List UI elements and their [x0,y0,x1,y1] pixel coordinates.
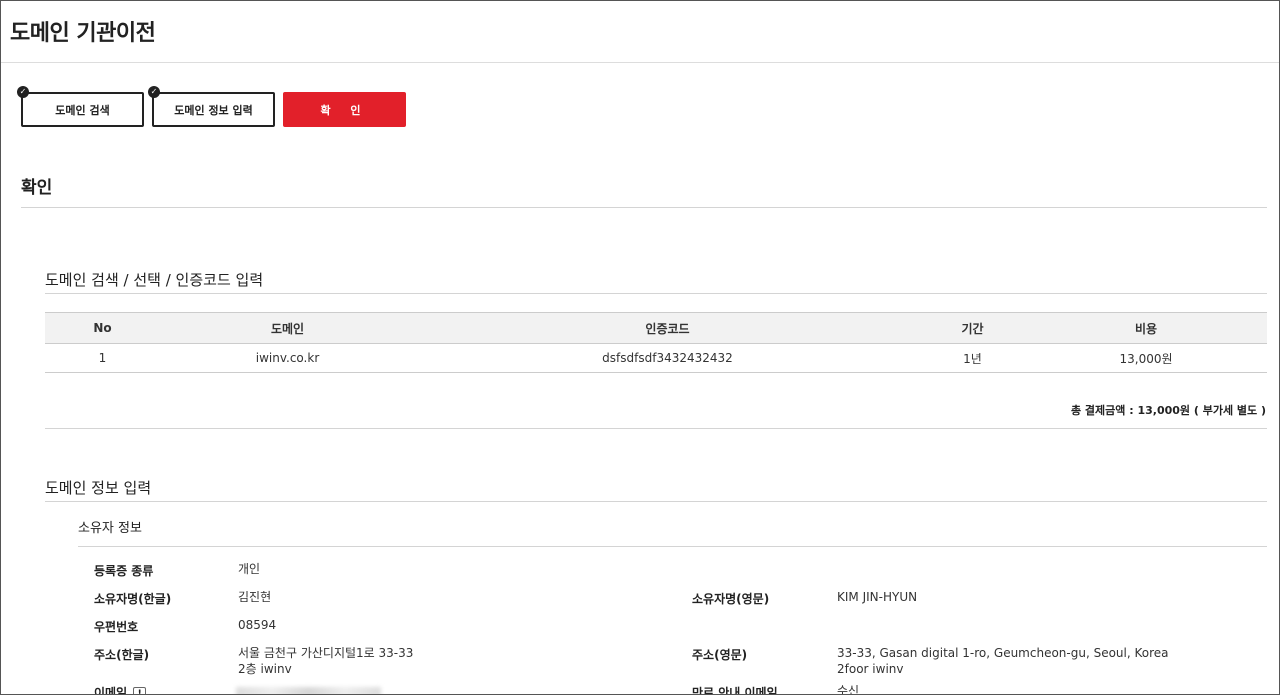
section-divider [45,428,1267,429]
email-label: 이메일! [94,684,147,695]
domain-table: No 도메인 인증코드 기간 비용 1 iwinv.co.kr dsfsdfsd… [45,312,1267,373]
subsection-divider [45,501,1267,502]
step-domain-info-button[interactable]: ✓ 도메인 정보 입력 [148,86,275,127]
table-cell: 1 [45,343,160,373]
owner-name-ko-value: 김진현 [238,590,272,604]
owner-name-en-label: 소유자명(영문) [692,592,770,606]
table-row: 1 iwinv.co.kr dsfsdfsdf3432432432 1년 13,… [45,343,1267,373]
subsection-title-info: 도메인 정보 입력 [45,479,152,497]
step-confirm-button[interactable]: 확 인 [283,92,406,127]
table-cell: 13,000원 [1025,343,1267,373]
title-divider [1,62,1279,63]
step-label: 도메인 검색 [55,103,110,117]
check-icon: ✓ [17,86,29,98]
table-cell: dsfsdfsdf3432432432 [415,343,920,373]
table-header-row: No 도메인 인증코드 기간 비용 [45,312,1267,344]
section-title-confirm: 확인 [21,178,53,198]
address-en-value: 33-33, Gasan digital 1-ro, Geumcheon-gu,… [837,645,1169,677]
subsection-title-search: 도메인 검색 / 선택 / 인증코드 입력 [45,271,264,289]
address-en-line: 33-33, Gasan digital 1-ro, Geumcheon-gu,… [837,646,1169,660]
reg-type-value: 개인 [238,562,261,576]
zip-value: 08594 [238,618,277,632]
column-header: 인증코드 [415,312,920,344]
info-icon[interactable]: ! [133,686,147,694]
expiry-email-label: 만료 안내 이메일 [692,686,778,695]
owner-info-title: 소유자 정보 [78,521,142,536]
owner-name-en-value: KIM JIN-HYUN [837,590,918,604]
step-domain-search-button[interactable]: ✓ 도메인 검색 [17,86,144,127]
column-header: 기간 [920,312,1025,344]
owner-name-ko-label: 소유자명(한글) [94,592,172,606]
email-value-redacted [236,687,381,694]
section-divider [21,207,1267,208]
total-amount: 총 결제금액 : 13,000원 ( 부가세 별도 ) [1070,404,1266,417]
step-label: 확 인 [320,103,369,117]
expiry-email-value: 수신 [837,684,860,695]
column-header: 비용 [1025,312,1267,344]
address-ko-value: 서울 금천구 가산디지털1로 33-33 2층 iwinv [238,645,413,677]
address-en-line: 2foor iwinv [837,662,904,676]
email-label-text: 이메일 [94,686,128,695]
column-header: No [45,312,160,344]
zip-label: 우편번호 [94,620,139,634]
check-icon: ✓ [148,86,160,98]
address-ko-line: 2층 iwinv [238,662,292,676]
table-cell: 1년 [920,343,1025,373]
page-title: 도메인 기관이전 [10,21,156,46]
address-en-label: 주소(영문) [692,648,748,662]
address-ko-line: 서울 금천구 가산디지털1로 33-33 [238,646,414,660]
column-header: 도메인 [160,312,415,344]
reg-type-label: 등록증 종류 [94,564,154,578]
address-ko-label: 주소(한글) [94,648,150,662]
table-cell: iwinv.co.kr [160,343,415,373]
owner-divider [78,546,1267,547]
step-label: 도메인 정보 입력 [174,103,253,117]
page-frame: 도메인 기관이전 ✓ 도메인 검색 ✓ 도메인 정보 입력 확 인 확인 도메인… [0,0,1280,695]
subsection-divider [45,293,1267,294]
